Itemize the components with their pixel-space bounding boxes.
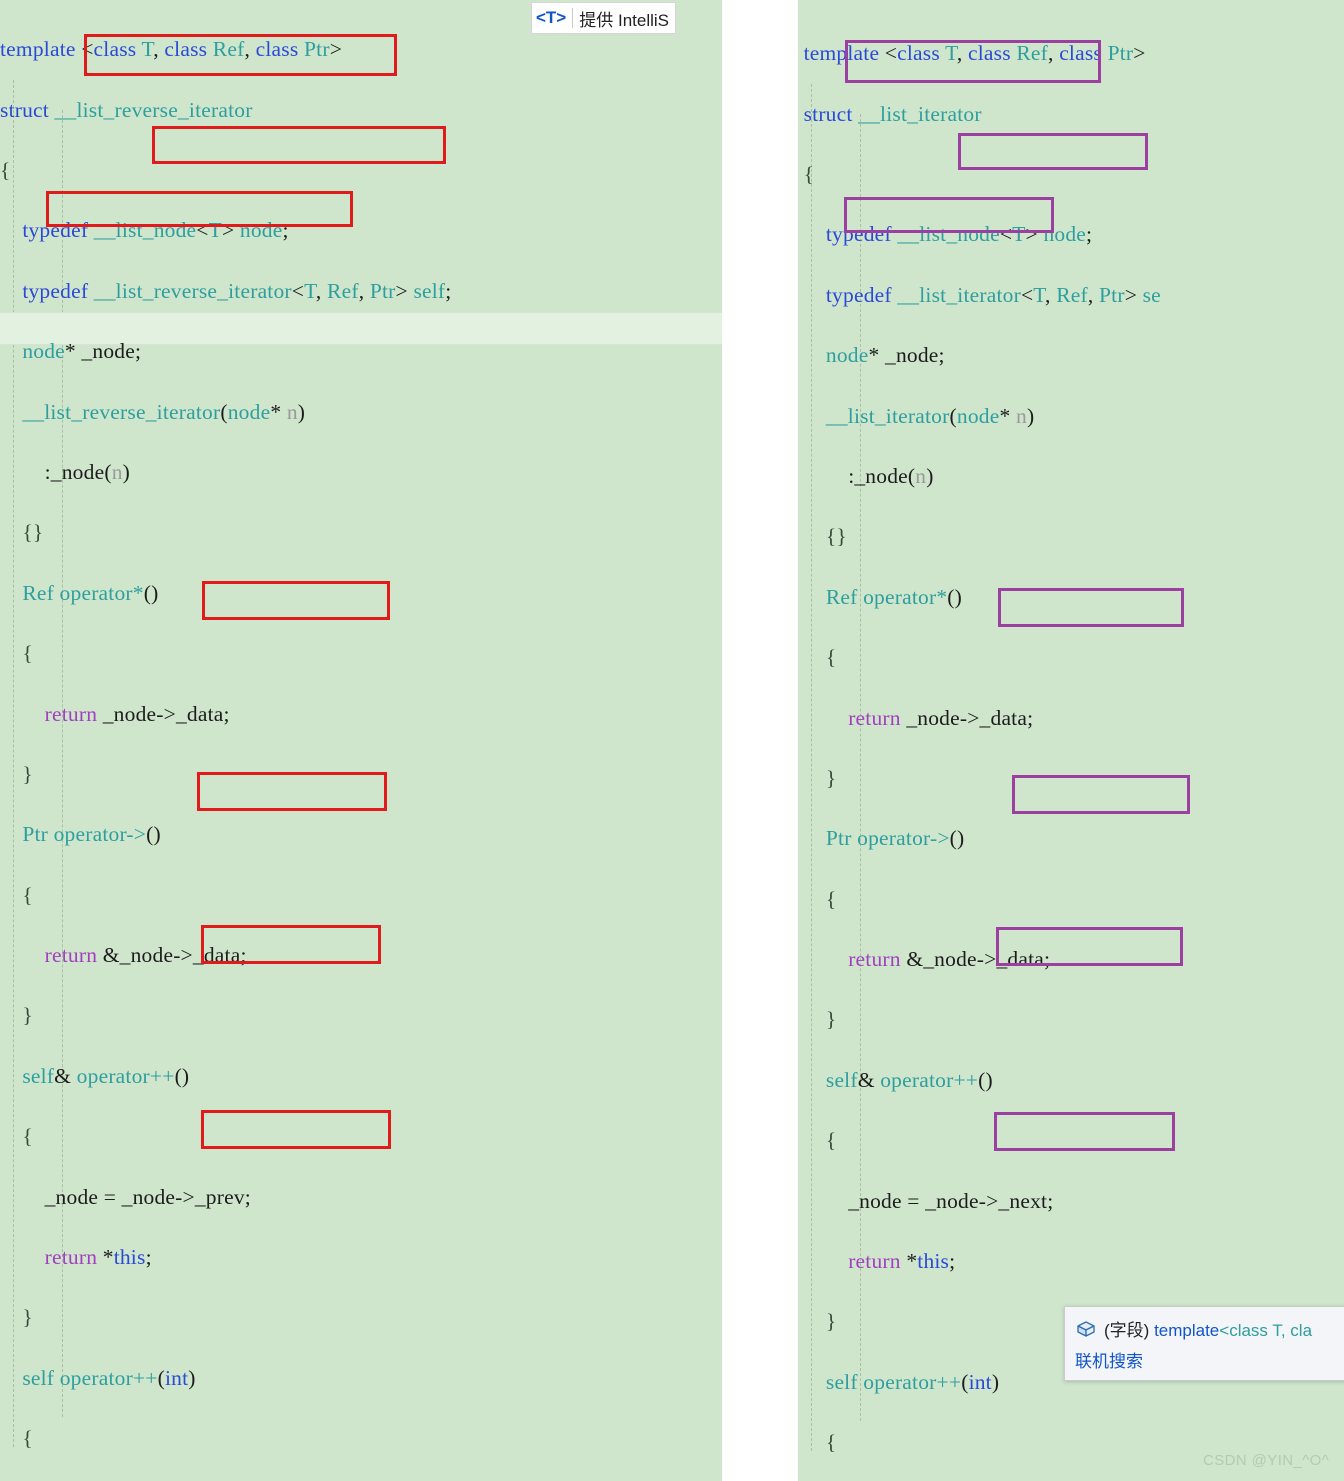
code-line: :_node(n) — [44, 459, 131, 484]
code-line: __list_iterator(node* n) — [825, 403, 1035, 428]
code-line: template <class T, class Ref, class Ptr> — [0, 37, 343, 62]
code-line: { — [803, 161, 815, 186]
code-line: self& operator++() — [22, 1063, 190, 1088]
intellisense-description: 提供 IntelliS — [579, 10, 669, 30]
intellisense-parameter-tip[interactable]: <T> 提供 IntelliS — [531, 2, 676, 34]
code-line: template <class T, class Ref, class Ptr> — [803, 41, 1146, 66]
code-line: } — [825, 765, 837, 790]
code-line: return _node->_data; — [848, 705, 1034, 730]
code-line: node* _node; — [825, 343, 945, 368]
code-text-right[interactable]: template <class T, class Ref, class Ptr>… — [798, 0, 1344, 1481]
code-line: :_node(n) — [848, 463, 934, 488]
code-line: typedef __list_node<T> node; — [22, 218, 289, 243]
code-line: { — [22, 882, 33, 907]
code-line: { — [825, 886, 837, 911]
code-line: } — [22, 1305, 33, 1330]
code-line: self& operator++() — [825, 1067, 993, 1092]
code-line: return _node->_data; — [44, 701, 230, 726]
code-line: } — [22, 1003, 33, 1028]
code-line: Ptr operator->() — [825, 826, 965, 851]
code-line: typedef __list_reverse_iterator<T, Ref, … — [22, 278, 452, 303]
watermark: CSDN @YIN_^O^ — [1203, 1452, 1330, 1469]
code-line: { — [22, 641, 33, 666]
code-line: { — [22, 1426, 33, 1451]
quick-info-signature-row: (字段) template<class T, cla — [1075, 1316, 1344, 1341]
quick-info-signature: (字段) template<class T, cla — [1104, 1316, 1312, 1341]
code-line: struct __list_reverse_iterator — [0, 97, 253, 122]
code-line: __list_reverse_iterator(node* n) — [22, 399, 306, 424]
code-line: _node = _node->_prev; — [44, 1184, 251, 1209]
code-line: return &_node->_data; — [44, 943, 247, 968]
code-line: node* _node; — [22, 339, 142, 364]
code-line: Ref operator*() — [22, 580, 159, 605]
code-line: { — [22, 1124, 33, 1149]
code-line: struct __list_iterator — [803, 101, 982, 126]
code-line: {} — [22, 520, 44, 545]
code-line: return *this; — [848, 1249, 956, 1274]
field-icon — [1075, 1320, 1097, 1338]
code-line: return &_node->_data; — [848, 947, 1051, 972]
code-panel-reverse-iterator[interactable]: template <class T, class Ref, class Ptr>… — [0, 0, 722, 1481]
code-line: typedef __list_iterator<T, Ref, Ptr> se — [825, 282, 1161, 307]
code-line: self operator++(int) — [22, 1365, 196, 1390]
code-line: typedef __list_node<T> node; — [825, 222, 1093, 247]
code-line: _node = _node->_next; — [848, 1188, 1054, 1213]
code-line: { — [825, 645, 837, 670]
quick-info-rest: <class T, cla — [1219, 1321, 1313, 1340]
code-panel-iterator[interactable]: template <class T, class Ref, class Ptr>… — [798, 0, 1344, 1481]
code-line: {} — [825, 524, 847, 549]
quick-info-kind: (字段) — [1104, 1321, 1150, 1340]
template-param-label: <T> — [536, 8, 574, 28]
code-line: { — [0, 157, 11, 182]
code-line: } — [22, 761, 33, 786]
quick-info-keyword: template — [1154, 1321, 1220, 1340]
code-line: } — [825, 1007, 837, 1032]
code-text-left[interactable]: template <class T, class Ref, class Ptr>… — [0, 0, 722, 1481]
online-search-link[interactable]: 联机搜索 — [1075, 1347, 1143, 1372]
quick-info-tooltip[interactable]: (字段) template<class T, cla 联机搜索 — [1064, 1306, 1344, 1381]
code-line: { — [825, 1128, 837, 1153]
code-line: Ref operator*() — [825, 584, 963, 609]
code-line: return *this; — [44, 1245, 152, 1270]
code-line: Ptr operator->() — [22, 822, 161, 847]
